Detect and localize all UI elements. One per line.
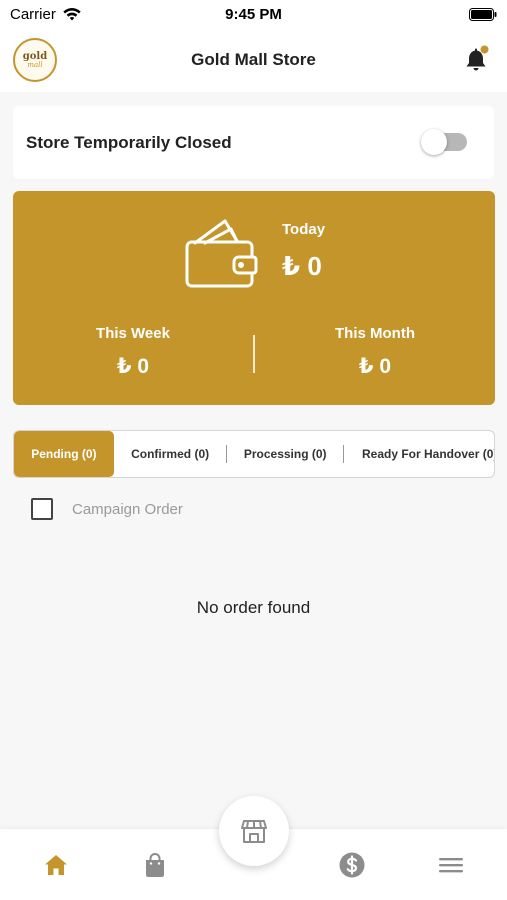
today-label: Today [282, 221, 326, 238]
bell-icon[interactable] [463, 44, 491, 74]
campaign-order-filter[interactable]: Campaign Order [31, 497, 183, 521]
this-week-block: This Week ₺ 0 [13, 325, 253, 379]
this-week-label: This Week [96, 325, 170, 342]
tab-confirmed[interactable]: Confirmed (0) [114, 431, 227, 477]
tab-pending[interactable]: Pending (0) [14, 431, 114, 477]
status-time: 9:45 PM [225, 6, 282, 23]
status-bar: Carrier 9:45 PM [0, 0, 507, 30]
tab-ready-for-handover[interactable]: Ready For Handover (0) [344, 431, 494, 477]
order-status-tabs: Pending (0) Confirmed (0) Processing (0)… [13, 430, 495, 478]
store-closed-label: Store Temporarily Closed [26, 133, 232, 152]
toggle-knob [421, 129, 447, 155]
store-fab-button[interactable] [219, 796, 289, 866]
app-header: gold mall Gold Mall Store [0, 30, 507, 92]
dollar-circle-icon[interactable] [338, 851, 366, 879]
menu-icon[interactable] [437, 851, 465, 879]
campaign-order-label: Campaign Order [72, 500, 183, 518]
this-week-value: ₺ 0 [116, 355, 150, 378]
wallet-icon [185, 219, 258, 288]
this-month-label: This Month [335, 325, 415, 342]
store-status-card: Store Temporarily Closed [13, 106, 494, 179]
today-value: ₺ 0 [282, 251, 322, 281]
empty-state-message: No order found [196, 598, 311, 617]
battery-icon [469, 8, 497, 21]
earnings-card: Today ₺ 0 This Week ₺ 0 This Month ₺ 0 [13, 191, 495, 405]
tab-processing[interactable]: Processing (0) [227, 431, 343, 477]
store-closed-toggle[interactable] [421, 129, 467, 155]
this-month-block: This Month ₺ 0 [255, 325, 495, 379]
this-month-value: ₺ 0 [358, 355, 392, 378]
home-icon[interactable] [42, 851, 70, 879]
shopping-bag-icon[interactable] [141, 851, 169, 879]
store-icon [241, 820, 267, 843]
notification-dot [480, 45, 489, 54]
campaign-order-checkbox[interactable] [31, 498, 53, 520]
page-title: Gold Mall Store [191, 50, 316, 69]
